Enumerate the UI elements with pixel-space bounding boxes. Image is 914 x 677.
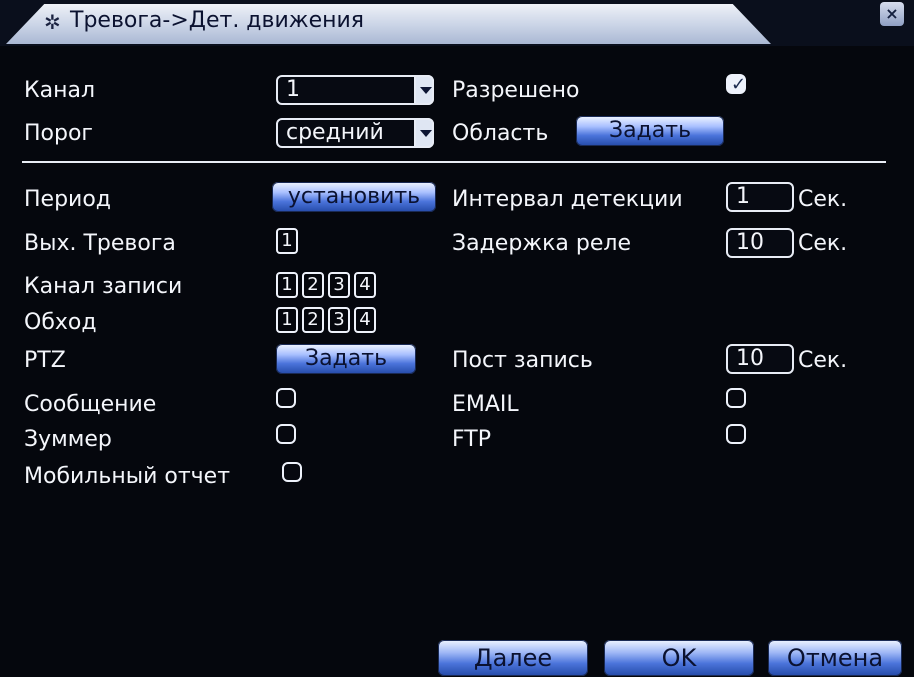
threshold-label: Порог [24, 121, 93, 146]
detect-interval-input[interactable]: 1 [726, 182, 794, 212]
divider [22, 161, 886, 163]
post-record-input[interactable]: 10 [726, 344, 794, 374]
settings-panel: Канал 1 Разрешено ✓ Порог средний Област… [8, 46, 906, 677]
close-button[interactable]: × [880, 2, 904, 26]
record-channel-2[interactable]: 2 [302, 272, 324, 298]
chevron-down-icon[interactable] [414, 75, 434, 105]
email-checkbox[interactable] [726, 388, 746, 408]
tour-2[interactable]: 2 [302, 307, 324, 333]
enabled-checkbox[interactable]: ✓ [726, 74, 747, 95]
channel-value: 1 [286, 77, 300, 102]
tour-3[interactable]: 3 [328, 307, 350, 333]
ftp-checkbox[interactable] [726, 424, 746, 444]
alarm-out-1[interactable]: 1 [276, 228, 298, 254]
post-record-unit: Сек. [798, 348, 848, 373]
detect-interval-unit: Сек. [798, 187, 848, 212]
enabled-label: Разрешено [452, 78, 580, 103]
area-label: Область [452, 121, 549, 146]
record-channel-4[interactable]: 4 [354, 272, 376, 298]
next-button[interactable]: Далее [438, 640, 588, 676]
post-record-label: Пост запись [452, 348, 593, 373]
threshold-value: средний [286, 120, 384, 145]
message-checkbox[interactable] [276, 388, 296, 408]
ptz-label: PTZ [24, 348, 66, 373]
relay-delay-input[interactable]: 10 [726, 228, 794, 258]
ptz-set-button[interactable]: Задать [276, 344, 416, 374]
tour-1[interactable]: 1 [276, 307, 298, 333]
mobile-report-checkbox[interactable] [282, 462, 302, 482]
buzzer-label: Зуммер [24, 427, 112, 452]
buzzer-checkbox[interactable] [276, 424, 296, 444]
email-label: EMAIL [452, 392, 519, 417]
alarm-out-label: Вых. Тревога [24, 231, 176, 256]
checkmark-icon: ✓ [731, 74, 747, 95]
mobile-report-label: Мобильный отчет [24, 464, 231, 489]
relay-delay-label: Задержка реле [452, 231, 631, 256]
record-channel-1[interactable]: 1 [276, 272, 298, 298]
area-set-button[interactable]: Задать [576, 116, 724, 146]
period-set-button[interactable]: установить [272, 182, 436, 212]
detect-interval-label: Интервал детекции [452, 187, 683, 212]
record-channel-3[interactable]: 3 [328, 272, 350, 298]
window-title: Тревога->Дет. движения [70, 8, 365, 33]
channel-select[interactable]: 1 [276, 75, 434, 105]
title-bar: ✲ Тревога->Дет. движения × [0, 0, 914, 46]
channel-label: Канал [24, 78, 96, 103]
chevron-down-icon[interactable] [414, 118, 434, 148]
message-label: Сообщение [24, 392, 157, 417]
threshold-select[interactable]: средний [276, 118, 434, 148]
ftp-label: FTP [452, 427, 491, 452]
relay-delay-unit: Сек. [798, 231, 848, 256]
period-label: Период [24, 187, 112, 212]
record-channel-label: Канал записи [24, 274, 183, 299]
ok-button[interactable]: OK [604, 640, 754, 676]
tour-4[interactable]: 4 [354, 307, 376, 333]
gear-icon: ✲ [44, 10, 61, 34]
tour-label: Обход [24, 310, 97, 335]
cancel-button[interactable]: Отмена [768, 640, 902, 676]
